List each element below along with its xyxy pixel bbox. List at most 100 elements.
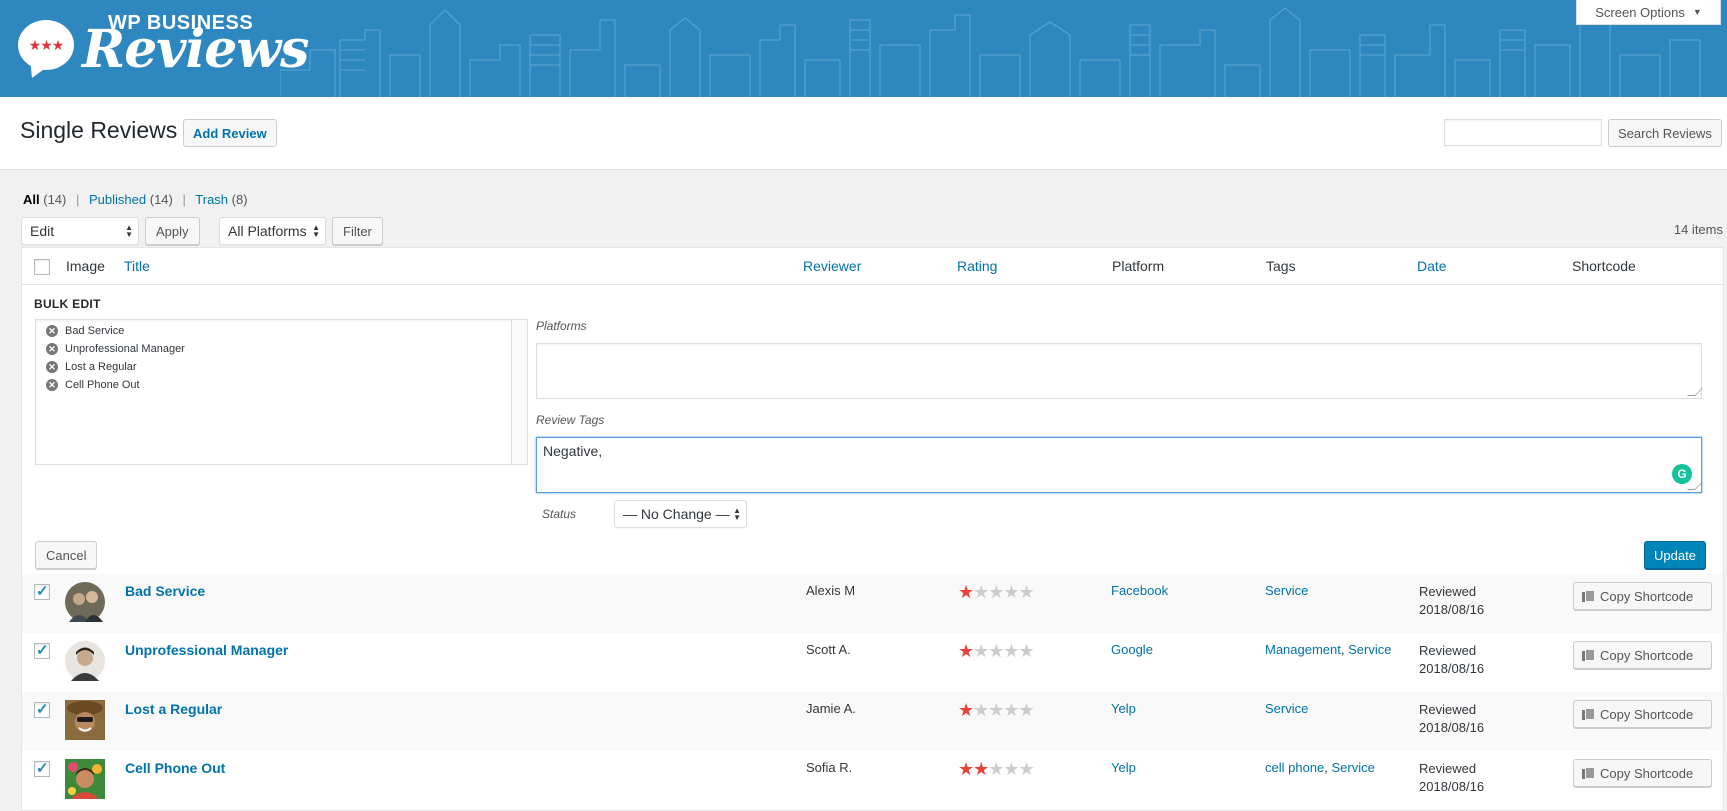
reviewer-avatar xyxy=(65,700,105,740)
add-review-button[interactable]: Add Review xyxy=(183,119,277,147)
copy-shortcode-label: Copy Shortcode xyxy=(1600,588,1694,604)
date-status: Reviewed xyxy=(1419,702,1477,717)
review-tags-label: Review Tags xyxy=(536,413,605,427)
platform-filter-select[interactable]: All Platforms ▲ ▼ xyxy=(219,217,326,245)
review-title-link[interactable]: Cell Phone Out xyxy=(125,760,225,776)
status-label: Status xyxy=(542,507,577,521)
copy-icon xyxy=(1582,648,1595,662)
resize-handle-icon[interactable] xyxy=(1687,388,1703,396)
tags-cell: Service xyxy=(1265,701,1308,716)
wp-business-reviews-logo: ★★★ WP BUSINESS Reviews xyxy=(18,12,309,76)
remove-icon[interactable]: ✕ xyxy=(46,325,58,337)
review-title-link[interactable]: Lost a Regular xyxy=(125,701,222,717)
copy-shortcode-button[interactable]: Copy Shortcode xyxy=(1573,700,1712,728)
tag-link[interactable]: Service xyxy=(1265,583,1308,598)
copy-shortcode-label: Copy Shortcode xyxy=(1600,765,1694,781)
platform-link[interactable]: Yelp xyxy=(1111,760,1136,775)
list-scrollbar[interactable] xyxy=(511,320,527,464)
copy-icon xyxy=(1582,589,1595,603)
filter-button[interactable]: Filter xyxy=(332,217,383,245)
row-checkbox[interactable] xyxy=(34,582,50,600)
tag-separator: , xyxy=(1324,760,1332,775)
status-value: — No Change — xyxy=(623,506,730,522)
tag-link[interactable]: Service xyxy=(1265,701,1308,716)
page-title: Single Reviews xyxy=(20,117,178,143)
tags-cell: Service xyxy=(1265,583,1308,598)
tag-link[interactable]: Service xyxy=(1348,642,1391,657)
date-cell: Reviewed 2018/08/16 xyxy=(1419,583,1484,619)
platforms-textarea[interactable] xyxy=(536,343,1703,399)
platform-link[interactable]: Google xyxy=(1111,642,1153,657)
status-select[interactable]: — No Change — ▲ ▼ xyxy=(614,500,747,528)
separator: | xyxy=(182,192,186,207)
column-date[interactable]: Date xyxy=(1417,258,1447,274)
bulk-action-select[interactable]: Edit ▲ ▼ xyxy=(21,217,139,245)
review-tags-value: Negative, xyxy=(543,443,603,459)
column-reviewer[interactable]: Reviewer xyxy=(803,258,861,274)
separator: | xyxy=(76,192,80,207)
remove-icon[interactable]: ✕ xyxy=(46,361,58,373)
table-row: Lost a Regular Jamie A. ★★★★★ Yelp Servi… xyxy=(22,692,1723,751)
logo-text-small: WP BUSINESS xyxy=(108,12,254,34)
reviewer-name: Scott A. xyxy=(806,642,851,657)
reviewer-name: Alexis M xyxy=(806,583,856,598)
table-row: Bad Service Alexis M ★★★★★ Facebook Serv… xyxy=(22,574,1723,633)
reviewer-avatar xyxy=(65,582,105,622)
bulk-edit-title: BULK EDIT xyxy=(34,297,101,311)
platform-link[interactable]: Yelp xyxy=(1111,701,1136,716)
bulk-edit-item-list: ✕ Bad Service ✕ Unprofessional Manager ✕… xyxy=(35,319,528,465)
select-all-checkbox[interactable] xyxy=(34,259,50,275)
table-row: Unprofessional Manager Scott A. ★★★★★ Go… xyxy=(22,633,1723,692)
column-platform: Platform xyxy=(1112,258,1165,274)
filter-published-count: (14) xyxy=(149,192,173,207)
filter-trash-link[interactable]: Trash xyxy=(195,192,228,207)
bulk-edit-panel: BULK EDIT ✕ Bad Service ✕ Unprofessional… xyxy=(22,285,1723,575)
tag-link[interactable]: cell phone xyxy=(1265,760,1324,775)
date-value: 2018/08/16 xyxy=(1419,602,1485,617)
apply-button[interactable]: Apply xyxy=(145,217,200,245)
star-rating: ★★★★★ xyxy=(958,582,1035,602)
row-checkbox[interactable] xyxy=(34,641,50,659)
row-checkbox[interactable] xyxy=(34,700,50,718)
remove-icon[interactable]: ✕ xyxy=(46,343,58,355)
table-header: Image Title Reviewer Rating Platform Tag… xyxy=(22,248,1723,285)
copy-icon xyxy=(1582,766,1595,780)
column-image: Image xyxy=(66,258,105,274)
remove-icon[interactable]: ✕ xyxy=(46,379,58,391)
filter-all-count: (14) xyxy=(43,192,67,207)
copy-shortcode-button[interactable]: Copy Shortcode xyxy=(1573,759,1712,787)
grammarly-icon[interactable]: G xyxy=(1672,464,1692,484)
search-reviews-button[interactable]: Search Reviews xyxy=(1608,119,1722,147)
cancel-button[interactable]: Cancel xyxy=(35,541,98,569)
column-rating[interactable]: Rating xyxy=(957,258,997,274)
tag-link[interactable]: Service xyxy=(1332,760,1375,775)
tag-link[interactable]: Management xyxy=(1265,642,1341,657)
bulk-edit-item-label: Cell Phone Out xyxy=(65,379,140,391)
select-arrows-icon: ▲ ▼ xyxy=(125,223,133,239)
filter-published-link[interactable]: Published xyxy=(89,192,146,207)
select-arrows-icon: ▲ ▼ xyxy=(312,223,320,239)
filter-all-link[interactable]: All xyxy=(23,192,40,207)
copy-shortcode-button[interactable]: Copy Shortcode xyxy=(1573,641,1712,669)
column-tags: Tags xyxy=(1266,258,1296,274)
reviewer-name: Sofia R. xyxy=(806,760,853,775)
search-input[interactable] xyxy=(1444,119,1602,146)
review-title-link[interactable]: Bad Service xyxy=(125,583,205,599)
header-banner: ★★★ WP BUSINESS Reviews Screen Options ▼ xyxy=(0,0,1727,97)
platform-filter-value: All Platforms xyxy=(228,223,307,239)
date-cell: Reviewed 2018/08/16 xyxy=(1419,760,1484,796)
screen-options-label: Screen Options xyxy=(1595,4,1685,20)
review-tags-textarea[interactable]: Negative, G xyxy=(536,437,1703,493)
platform-link[interactable]: Facebook xyxy=(1111,583,1168,598)
date-status: Reviewed xyxy=(1419,761,1477,776)
update-button[interactable]: Update xyxy=(1644,541,1706,569)
resize-handle-icon[interactable] xyxy=(1687,482,1703,490)
row-checkbox[interactable] xyxy=(34,759,50,777)
table-row: Cell Phone Out Sofia R. ★★★★★ Yelp cell … xyxy=(22,751,1723,810)
screen-options-button[interactable]: Screen Options ▼ xyxy=(1576,0,1721,25)
review-title-link[interactable]: Unprofessional Manager xyxy=(125,642,288,658)
copy-shortcode-button[interactable]: Copy Shortcode xyxy=(1573,582,1712,610)
copy-shortcode-label: Copy Shortcode xyxy=(1600,706,1694,722)
column-title[interactable]: Title xyxy=(124,258,150,274)
filter-trash-count: (8) xyxy=(231,192,248,207)
